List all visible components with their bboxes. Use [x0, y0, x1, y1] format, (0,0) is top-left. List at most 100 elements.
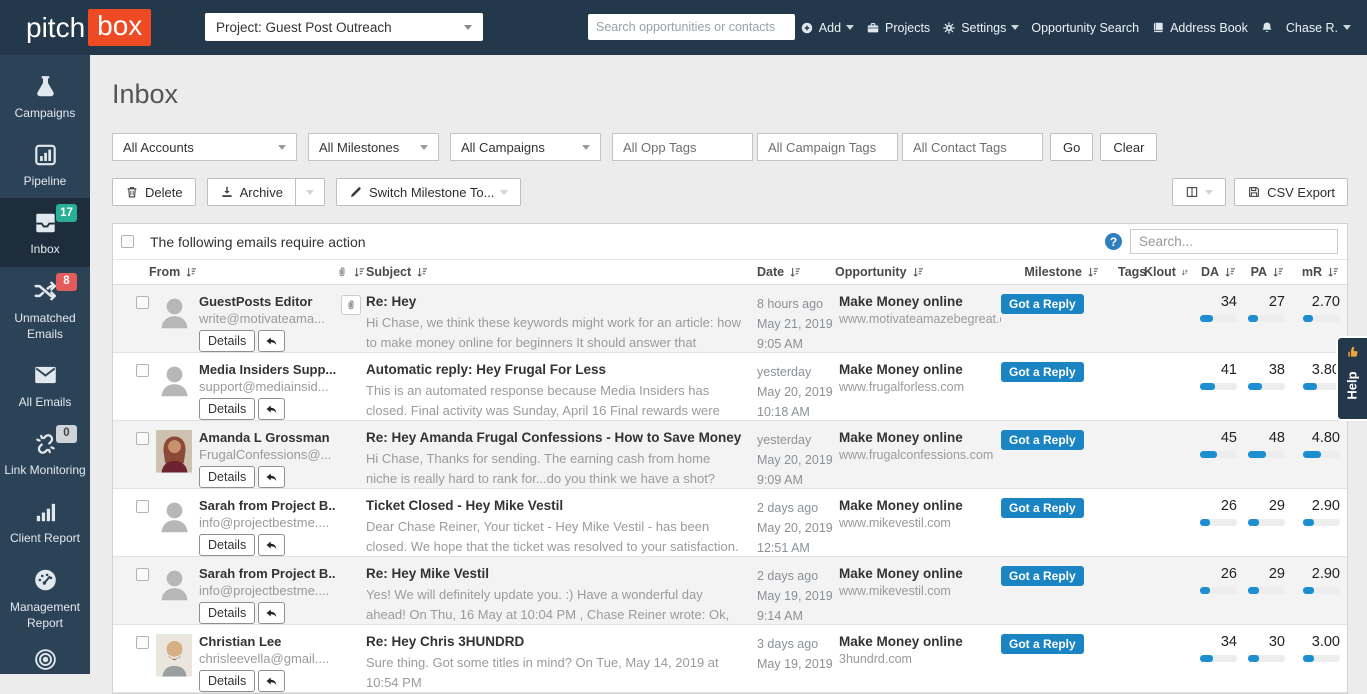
accounts-filter-select[interactable]: All Accounts [112, 133, 297, 161]
column-header-date[interactable]: Date [749, 265, 835, 279]
nav-address-book[interactable]: Address Book [1151, 21, 1248, 35]
columns-button[interactable] [1172, 178, 1226, 206]
row-checkbox[interactable] [136, 296, 149, 309]
metric-bar [1303, 451, 1340, 458]
project-select[interactable]: Project: Guest Post Outreach [205, 13, 483, 41]
reply-button[interactable] [258, 398, 285, 420]
opportunity-url[interactable]: www.frugalforless.com [839, 380, 1001, 394]
nav-projects[interactable]: Projects [866, 21, 930, 35]
sidebar-item-campaigns[interactable]: Campaigns [0, 62, 90, 130]
row-checkbox[interactable] [136, 636, 149, 649]
nav-label: Projects [885, 21, 930, 35]
pitchbox-logo[interactable]: pitchbox [26, 9, 151, 46]
details-button[interactable]: Details [199, 534, 255, 556]
switch-milestone-button[interactable]: Switch Milestone To... [336, 178, 521, 206]
milestone-badge[interactable]: Got a Reply [1001, 634, 1084, 654]
nav-opportunity-search[interactable]: Opportunity Search [1031, 21, 1139, 35]
email-row[interactable]: Amanda L GrossmanFrugalConfessions@...De… [113, 421, 1347, 489]
milestone-badge[interactable]: Got a Reply [1001, 362, 1084, 382]
chevron-down-icon [306, 190, 314, 195]
opportunity-url[interactable]: www.mikevestil.com [839, 516, 1001, 530]
sidebar-bottom-icon[interactable] [0, 647, 90, 672]
campaign-tags-filter-input[interactable] [757, 133, 898, 161]
row-checkbox[interactable] [136, 364, 149, 377]
nav-user-menu[interactable]: Chase R. [1286, 21, 1351, 35]
details-button[interactable]: Details [199, 466, 255, 488]
details-button[interactable]: Details [199, 670, 255, 692]
opportunity-url[interactable]: www.mikevestil.com [839, 584, 1001, 598]
metric-bar [1200, 519, 1237, 526]
column-header-attachment[interactable] [336, 266, 366, 279]
sidebar-item-inbox[interactable]: 17Inbox [0, 198, 90, 266]
clear-button[interactable]: Clear [1100, 133, 1157, 161]
sidebar-item-unmatched-emails[interactable]: 8Unmatched Emails [0, 267, 90, 351]
opportunity-url[interactable]: www.frugalconfessions.com [839, 448, 1001, 462]
klout-cell [1144, 498, 1196, 557]
select-all-checkbox[interactable] [121, 235, 134, 248]
table-header-row: FromSubjectDateOpportunityMilestoneTagsK… [113, 259, 1347, 285]
csv-export-button[interactable]: CSV Export [1234, 178, 1348, 206]
sender-name: Media Insiders Supp... [199, 362, 336, 377]
column-header-milestone[interactable]: Milestone [1001, 265, 1106, 279]
reply-button[interactable] [258, 534, 285, 556]
email-row[interactable]: Sarah from Project B...info@projectbestm… [113, 557, 1347, 625]
table-search-input[interactable] [1130, 229, 1338, 254]
row-checkbox[interactable] [136, 500, 149, 513]
details-button[interactable]: Details [199, 398, 255, 420]
plus-circle-icon [800, 21, 814, 35]
topbar: pitchbox Project: Guest Post Outreach Ad… [0, 0, 1367, 55]
milestone-badge[interactable]: Got a Reply [1001, 566, 1084, 586]
help-tab-label: Help [1345, 371, 1360, 399]
go-button[interactable]: Go [1050, 133, 1093, 161]
sidebar-item-pipeline[interactable]: Pipeline [0, 130, 90, 198]
nav-notifications[interactable] [1260, 21, 1274, 35]
delete-button[interactable]: Delete [112, 178, 196, 206]
reply-button[interactable] [258, 602, 285, 624]
search-input[interactable] [588, 14, 795, 40]
column-header-opportunity[interactable]: Opportunity [835, 265, 1001, 279]
milestone-badge[interactable]: Got a Reply [1001, 430, 1084, 450]
archive-dropdown-button[interactable] [295, 178, 325, 206]
column-header-pa[interactable]: PA [1244, 265, 1292, 279]
sender-email: chrisleevella@gmail.... [199, 651, 336, 666]
column-header-klout[interactable]: Klout [1144, 265, 1196, 279]
sender-name: Sarah from Project B... [199, 498, 336, 513]
email-row[interactable]: Media Insiders Supp...support@mediainsid… [113, 353, 1347, 421]
reply-button[interactable] [258, 466, 285, 488]
column-header-da[interactable]: DA [1196, 265, 1244, 279]
avatar [156, 634, 193, 679]
opportunity-url[interactable]: 3hundrd.com [839, 652, 1001, 666]
sidebar-item-link-monitoring[interactable]: 0Link Monitoring [0, 419, 90, 487]
sidebar-item-management-report[interactable]: Management Report [0, 556, 90, 640]
contact-tags-filter-input[interactable] [902, 133, 1043, 161]
milestone-badge[interactable]: Got a Reply [1001, 498, 1084, 518]
reply-button[interactable] [258, 330, 285, 352]
column-header-subject[interactable]: Subject [366, 265, 749, 279]
milestone-badge[interactable]: Got a Reply [1001, 294, 1084, 314]
metric-da: 45 [1196, 430, 1244, 489]
email-row[interactable]: GuestPosts Editorwrite@motivateama...Det… [113, 285, 1347, 353]
column-header-from[interactable]: From [149, 265, 336, 279]
metric-bar [1200, 451, 1237, 458]
nav-settings[interactable]: Settings [942, 21, 1019, 35]
campaigns-filter-select[interactable]: All Campaigns [450, 133, 601, 161]
details-button[interactable]: Details [199, 330, 255, 352]
help-tab[interactable]: Help [1336, 336, 1367, 421]
details-button[interactable]: Details [199, 602, 255, 624]
column-header-mr[interactable]: mR [1292, 265, 1347, 279]
archive-button[interactable]: Archive [207, 178, 295, 206]
nav-add[interactable]: Add [800, 21, 854, 35]
email-row[interactable]: Christian Leechrisleevella@gmail....Deta… [113, 625, 1347, 693]
opportunity-url[interactable]: www.motivateamazebegreat.com [839, 312, 1001, 326]
sidebar-item-client-report[interactable]: Client Report [0, 487, 90, 555]
row-checkbox[interactable] [136, 432, 149, 445]
sidebar-item-all-emails[interactable]: All Emails [0, 351, 90, 419]
tags-cell [1106, 566, 1144, 625]
help-icon[interactable]: ? [1105, 233, 1122, 250]
email-row[interactable]: Sarah from Project B...info@projectbestm… [113, 489, 1347, 557]
opportunity-name: Make Money online [839, 294, 1001, 309]
opp-tags-filter-input[interactable] [612, 133, 753, 161]
milestones-filter-select[interactable]: All Milestones [308, 133, 439, 161]
reply-button[interactable] [258, 670, 285, 692]
row-checkbox[interactable] [136, 568, 149, 581]
